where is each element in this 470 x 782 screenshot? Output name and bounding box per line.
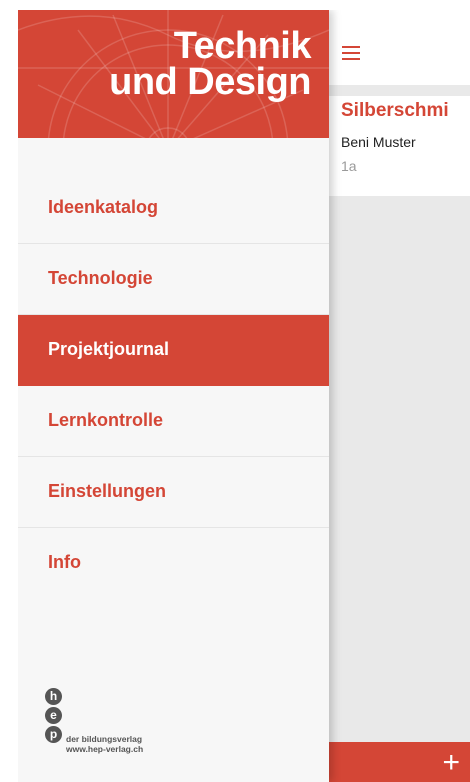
hep-letter-e: e: [45, 707, 62, 724]
top-bar: [329, 10, 470, 85]
nav-item-lernkontrolle[interactable]: Lernkontrolle: [18, 386, 329, 457]
brand-line-2: und Design: [109, 61, 311, 103]
project-card[interactable]: Silberschmi Beni Muster 1a: [329, 96, 470, 196]
nav-item-projektjournal[interactable]: Projektjournal: [18, 315, 329, 386]
nav-menu: Ideenkatalog Technologie Projektjournal …: [18, 173, 329, 598]
plus-icon[interactable]: +: [442, 748, 460, 778]
nav-item-technologie[interactable]: Technologie: [18, 244, 329, 315]
publisher-logo[interactable]: h e p der bildungsverlag www.hep-verlag.…: [45, 688, 143, 754]
bottom-bar: +: [329, 742, 470, 782]
nav-item-label: Ideenkatalog: [48, 197, 159, 217]
nav-item-info[interactable]: Info: [18, 528, 329, 598]
publisher-name: der bildungsverlag: [66, 734, 143, 744]
publisher-text: der bildungsverlag www.hep-verlag.ch: [66, 734, 143, 754]
nav-item-ideenkatalog[interactable]: Ideenkatalog: [18, 173, 329, 244]
publisher-url: www.hep-verlag.ch: [66, 744, 144, 754]
nav-item-label: Info: [48, 552, 81, 572]
project-class: 1a: [341, 158, 357, 174]
project-author: Beni Muster: [341, 134, 416, 150]
nav-item-einstellungen[interactable]: Einstellungen: [18, 457, 329, 528]
app-logo: Technik und Design: [109, 25, 312, 103]
hep-letter-p: p: [45, 726, 62, 743]
hep-letter-h: h: [45, 688, 62, 705]
main-panel: Silberschmi Beni Muster 1a +: [329, 10, 470, 782]
app-frame: Silberschmi Beni Muster 1a + Technik und…: [18, 10, 470, 782]
brand-line-1: Technik: [173, 25, 312, 67]
nav-item-label: Technologie: [48, 268, 153, 288]
nav-item-label: Einstellungen: [48, 481, 167, 501]
hamburger-icon[interactable]: [342, 46, 360, 60]
project-title: Silberschmi: [341, 100, 449, 121]
nav-item-label: Projektjournal: [48, 339, 170, 359]
navigation-drawer: Technik und Design Ideenkatalog Technolo…: [18, 10, 329, 782]
drawer-header: Technik und Design: [18, 10, 329, 138]
nav-item-label: Lernkontrolle: [48, 410, 164, 430]
